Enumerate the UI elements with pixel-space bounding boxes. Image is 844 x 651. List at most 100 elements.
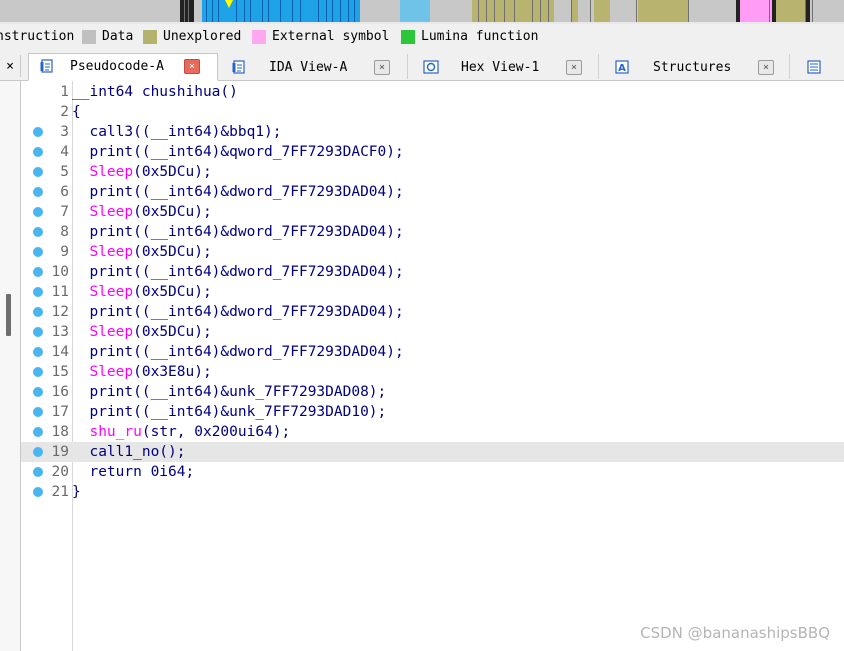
code-line[interactable]: 19 call1_no();	[21, 442, 844, 462]
navband-segment	[810, 0, 844, 22]
tab-hex-view-1[interactable]: Hex View-1 ×	[408, 54, 599, 79]
code-line[interactable]: 15 Sleep(0x3E8u);	[21, 362, 844, 382]
code-line[interactable]: 18 shu_ru(str, 0x200ui64);	[21, 422, 844, 442]
hex-view-icon	[423, 60, 439, 74]
watermark: CSDN @bananashipsBBQ	[640, 624, 830, 642]
code-line[interactable]: 12 print((__int64)&dword_7FF7293DAD04);	[21, 302, 844, 322]
navband-tick	[300, 0, 301, 22]
navband-tick	[636, 0, 637, 22]
navband-tick	[354, 0, 355, 22]
code-text: Sleep(0x5DCu);	[89, 324, 212, 340]
code-line[interactable]: 11 Sleep(0x5DCu);	[21, 282, 844, 302]
tab-structures[interactable]: A Structures ×	[599, 54, 790, 79]
navband-segment	[180, 0, 194, 22]
navband-tick	[340, 0, 341, 22]
line-number: 15	[51, 364, 69, 380]
tab-close-pseudocode-a[interactable]: ×	[184, 59, 200, 74]
line-number: 8	[60, 224, 69, 240]
navband-segment	[360, 0, 400, 22]
code-text: __int64 chushihua()	[72, 84, 238, 100]
navband-tick	[326, 0, 327, 22]
left-panel-strip	[0, 81, 21, 651]
pseudocode-icon	[40, 59, 54, 73]
navband-tick	[805, 0, 806, 22]
tab-enums[interactable]	[790, 54, 844, 79]
navband-tick	[486, 0, 487, 22]
imported-function-name[interactable]: Sleep	[89, 324, 133, 340]
imported-function-name[interactable]: Sleep	[89, 284, 133, 300]
legend-swatch-data	[82, 30, 96, 44]
tab-close-structures[interactable]: ×	[758, 60, 774, 75]
tab-pseudocode-a[interactable]: Pseudocode-A ×	[28, 53, 218, 81]
line-number: 6	[60, 184, 69, 200]
navband-tick	[688, 0, 689, 22]
code-line[interactable]: 4 print((__int64)&qword_7FF7293DACF0);	[21, 142, 844, 162]
code-line[interactable]: 2{	[21, 102, 844, 122]
code-text: print((__int64)&unk_7FF7293DAD10);	[72, 404, 387, 420]
tab-close-hex-view-1[interactable]: ×	[566, 60, 582, 75]
pseudocode-view[interactable]: 1 __int64 chushihua() 2{3 call3((__int64)&…	[21, 81, 844, 651]
line-number: 14	[51, 344, 69, 360]
code-line[interactable]: 6 print((__int64)&dword_7FF7293DAD04);	[21, 182, 844, 202]
line-number: 12	[51, 304, 69, 320]
code-line[interactable]: 5 Sleep(0x5DCu);	[21, 162, 844, 182]
navband-tick	[504, 0, 505, 22]
navband-tick	[348, 0, 349, 22]
code-line[interactable]: 8 print((__int64)&dword_7FF7293DAD04);	[21, 222, 844, 242]
line-number: 19	[51, 444, 69, 460]
code-line[interactable]: 7 Sleep(0x5DCu);	[21, 202, 844, 222]
line-number: 3	[60, 124, 69, 140]
code-line[interactable]: 20 return 0i64;	[21, 462, 844, 482]
line-number: 18	[51, 424, 69, 440]
legend-label-unexplored: Unexplored	[163, 29, 242, 44]
imported-function-name[interactable]: Sleep	[89, 164, 133, 180]
code-text: print((__int64)&dword_7FF7293DAD04);	[72, 304, 404, 320]
code-text: print((__int64)&dword_7FF7293DAD04);	[72, 184, 404, 200]
code-text: {	[72, 104, 81, 120]
tab-bar: × Pseudocode-A × IDA View-A × Hex View-1…	[0, 52, 844, 81]
code-line[interactable]: 13 Sleep(0x5DCu);	[21, 322, 844, 342]
imported-function-name[interactable]: shu_ru	[89, 424, 141, 440]
tab-close-ida-view-a[interactable]: ×	[374, 60, 390, 75]
legend-item-lumina-function: Lumina function	[401, 29, 538, 45]
navigation-band[interactable]	[0, 0, 844, 22]
legend-label-data: Data	[102, 29, 134, 44]
code-line[interactable]: 9 Sleep(0x5DCu);	[21, 242, 844, 262]
tab-ida-view-a[interactable]: IDA View-A ×	[217, 54, 408, 79]
code-text: Sleep(0x5DCu);	[89, 204, 212, 220]
navband-segment	[740, 0, 772, 22]
left-panel-scroll-thumb[interactable]	[6, 294, 11, 336]
tab-label-hex-view-1: Hex View-1	[461, 60, 540, 75]
code-line[interactable]: 16 print((__int64)&unk_7FF7293DAD08);	[21, 382, 844, 402]
navband-tick	[769, 0, 770, 22]
line-number: 11	[51, 284, 69, 300]
navband-segment	[610, 0, 638, 22]
code-line[interactable]: 3 call3((__int64)&bbq1);	[21, 122, 844, 142]
imported-function-name[interactable]: Sleep	[89, 204, 133, 220]
code-text: print((__int64)&dword_7FF7293DAD04);	[72, 224, 404, 240]
imported-function-name[interactable]: Sleep	[89, 244, 133, 260]
code-text: call3((__int64)&bbq1);	[72, 124, 282, 140]
code-line[interactable]: 17 print((__int64)&unk_7FF7293DAD10);	[21, 402, 844, 422]
navband-segment	[578, 0, 594, 22]
navband-tick	[292, 0, 293, 22]
navigation-legend: nstruction Data Unexplored External symb…	[0, 24, 844, 50]
panel-close-button[interactable]: ×	[0, 55, 21, 77]
navband-tick	[268, 0, 269, 22]
code-line[interactable]: 21}	[21, 482, 844, 502]
code-line[interactable]: 10 print((__int64)&dword_7FF7293DAD04);	[21, 262, 844, 282]
navband-tick	[250, 0, 251, 22]
navband-tick	[184, 0, 185, 22]
code-text: print((__int64)&qword_7FF7293DACF0);	[72, 144, 404, 160]
code-line[interactable]: 14 print((__int64)&dword_7FF7293DAD04);	[21, 342, 844, 362]
tab-label-structures: Structures	[653, 60, 732, 75]
navband-tick	[212, 0, 213, 22]
code-line[interactable]: 1 __int64 chushihua()	[21, 82, 844, 102]
navband-position-arrow-icon	[225, 0, 233, 8]
navband-tick	[540, 0, 541, 22]
code-text: print((__int64)&dword_7FF7293DAD04);	[72, 264, 404, 280]
imported-function-name[interactable]: Sleep	[89, 364, 133, 380]
code-text: Sleep(0x5DCu);	[89, 164, 212, 180]
navband-tick	[590, 0, 591, 22]
navband-tick	[548, 0, 549, 22]
